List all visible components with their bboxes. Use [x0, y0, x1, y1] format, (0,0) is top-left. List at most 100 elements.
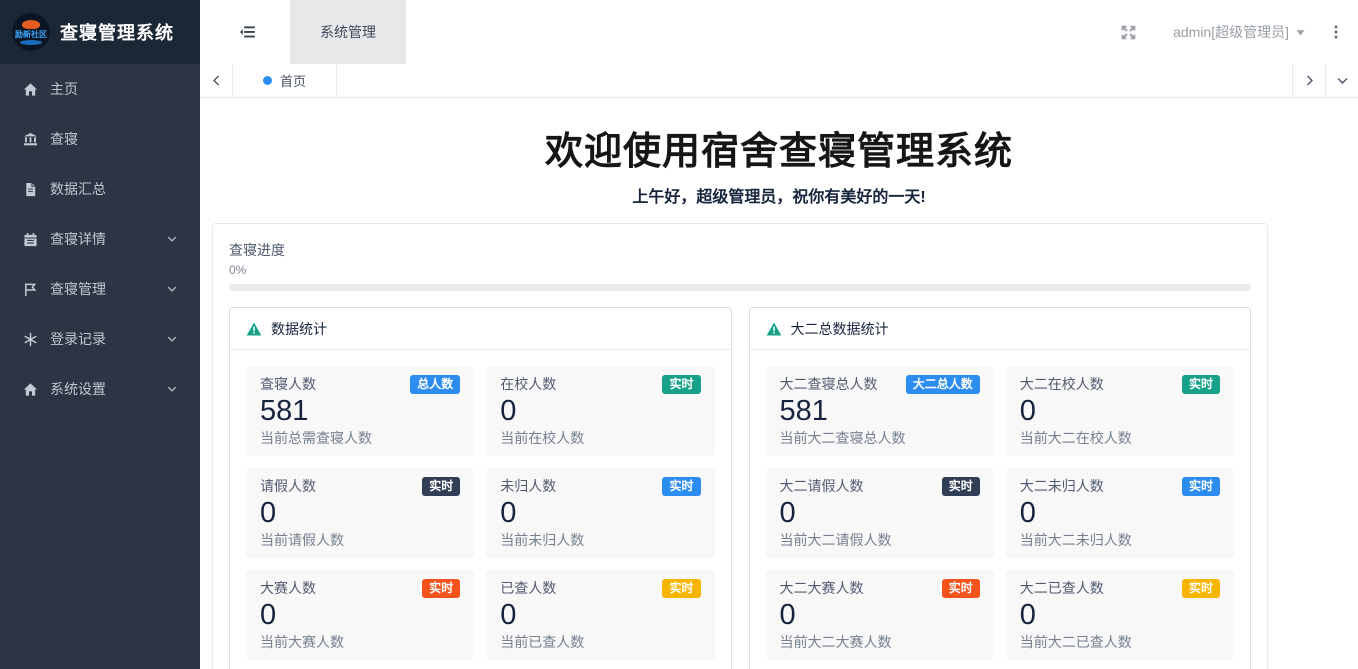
stat-card-value: 0: [1020, 396, 1220, 427]
stat-card: 在校人数 实时 0 当前在校人数: [486, 366, 714, 456]
app-root: 励新社区 查寝管理系统 主页 查寝 数据汇总 查寝详情 查寝管理: [0, 0, 1358, 669]
stat-card-value: 0: [500, 498, 700, 529]
stat-panel-header: 大二总数据统计: [750, 308, 1251, 350]
flag-icon: [22, 281, 39, 298]
sidebar-item-label: 查寝: [50, 129, 178, 149]
stat-card-label: 在校人数: [500, 376, 556, 393]
stat-card-caption: 当前大二已查人数: [1020, 634, 1220, 651]
stat-card-label: 大二已查人数: [1020, 580, 1104, 597]
stat-card: 大二查寝总人数 大二总人数 581 当前大二查寝总人数: [766, 366, 994, 456]
progress-label: 查寝进度: [229, 240, 1251, 260]
stat-card-badge: 实时: [662, 579, 700, 598]
sidebar-menu-item[interactable]: 查寝管理: [0, 264, 200, 314]
sidebar-menu-item[interactable]: 登录记录: [0, 314, 200, 364]
stat-card-value: 581: [260, 396, 460, 427]
stat-card-badge: 实时: [942, 477, 980, 496]
stat-card-caption: 当前在校人数: [500, 430, 700, 447]
stat-card-value: 0: [780, 600, 980, 631]
stat-card-badge: 实时: [1182, 579, 1220, 598]
stat-panel-title: 数据统计: [271, 319, 327, 339]
logo-wave-icon: [20, 40, 42, 45]
stat-card: 大二已查人数 实时 0 当前大二已查人数: [1006, 570, 1234, 660]
collapse-sidebar-icon[interactable]: [234, 18, 262, 46]
stat-panel-header: 数据统计: [230, 308, 731, 350]
stat-card-caption: 当前大二大赛人数: [780, 634, 980, 651]
sidebar-menu-item[interactable]: 查寝详情: [0, 214, 200, 264]
document-icon: [22, 181, 39, 198]
tab-home[interactable]: 首页: [233, 64, 337, 97]
chevron-left-icon[interactable]: [200, 64, 233, 97]
stat-card-label: 大二未归人数: [1020, 478, 1104, 495]
stat-card-badge: 实时: [662, 375, 700, 394]
bank-icon: [22, 131, 39, 148]
sidebar-menu-item[interactable]: 系统设置: [0, 364, 200, 414]
chevron-down-icon[interactable]: [1325, 64, 1358, 97]
stat-card-label: 大二在校人数: [1020, 376, 1104, 393]
fullscreen-icon[interactable]: [1120, 24, 1137, 41]
dashboard-card: 查寝进度 0% 数据统计 查寝人数 总人数 581 当前总需查寝人数: [212, 223, 1268, 669]
stat-card: 大赛人数 实时 0 当前大赛人数: [246, 570, 474, 660]
stat-card: 大二请假人数 实时 0 当前大二请假人数: [766, 468, 994, 558]
chevron-down-icon: [166, 283, 178, 295]
stat-card: 未归人数 实时 0 当前未归人数: [486, 468, 714, 558]
user-dropdown[interactable]: admin[超级管理员]: [1173, 22, 1306, 42]
chevron-down-icon: [166, 233, 178, 245]
stat-card-badge: 实时: [422, 477, 460, 496]
stat-card-label: 大赛人数: [260, 580, 316, 597]
sidebar-menu-item[interactable]: 数据汇总: [0, 164, 200, 214]
stat-card-label: 已查人数: [500, 580, 556, 597]
top-nav-tab-system-management[interactable]: 系统管理: [290, 0, 406, 64]
stat-card-value: 0: [500, 396, 700, 427]
stat-card-label: 未归人数: [500, 478, 556, 495]
stat-card-badge: 实时: [942, 579, 980, 598]
stat-card-badge: 实时: [1182, 477, 1220, 496]
community-logo: 励新社区: [12, 13, 50, 51]
stat-card-caption: 当前大赛人数: [260, 634, 460, 651]
stat-card-badge: 总人数: [410, 375, 460, 394]
stat-card-caption: 当前大二在校人数: [1020, 430, 1220, 447]
stat-panel: 大二总数据统计 大二查寝总人数 大二总人数 581 当前大二查寝总人数 大二在校…: [749, 307, 1252, 669]
stat-card: 请假人数 实时 0 当前请假人数: [246, 468, 474, 558]
calendar-icon: [22, 231, 39, 248]
tab-home-label: 首页: [280, 71, 306, 90]
caret-down-icon: [1295, 27, 1306, 38]
stat-card-label: 大二查寝总人数: [780, 376, 878, 393]
stat-card-label: 查寝人数: [260, 376, 316, 393]
sidebar-item-label: 数据汇总: [50, 179, 178, 199]
top-header: 系统管理 admin[超级管理员]: [200, 0, 1358, 64]
chevron-right-icon[interactable]: [1292, 64, 1325, 97]
stat-panel: 数据统计 查寝人数 总人数 581 当前总需查寝人数 在校人数 实时 0 当前在…: [229, 307, 732, 669]
sidebar-item-label: 查寝管理: [50, 279, 166, 299]
stat-panels: 数据统计 查寝人数 总人数 581 当前总需查寝人数 在校人数 实时 0 当前在…: [229, 307, 1251, 669]
stat-card: 大二大赛人数 实时 0 当前大二大赛人数: [766, 570, 994, 660]
kebab-menu-icon[interactable]: [1328, 24, 1344, 40]
user-label: admin[超级管理员]: [1173, 22, 1289, 42]
stat-card-value: 0: [780, 498, 980, 529]
logo-flame-icon: [22, 20, 40, 29]
stat-card-value: 0: [1020, 498, 1220, 529]
sidebar-menu-item[interactable]: 主页: [0, 64, 200, 114]
stat-card-value: 0: [260, 600, 460, 631]
stat-card-badge: 大二总人数: [906, 375, 980, 394]
tab-bar-spacer: [337, 64, 1292, 97]
progress-bar: [229, 284, 1251, 291]
stat-card-caption: 当前请假人数: [260, 532, 460, 549]
stat-card-caption: 当前已查人数: [500, 634, 700, 651]
stat-card: 大二未归人数 实时 0 当前大二未归人数: [1006, 468, 1234, 558]
stat-card-value: 581: [780, 396, 980, 427]
stat-card-caption: 当前总需查寝人数: [260, 430, 460, 447]
stat-card: 大二在校人数 实时 0 当前大二在校人数: [1006, 366, 1234, 456]
home-icon: [22, 381, 39, 398]
active-tab-dot: [263, 76, 272, 85]
chevron-down-icon: [166, 383, 178, 395]
stat-card: 已查人数 实时 0 当前已查人数: [486, 570, 714, 660]
sidebar-menu-item[interactable]: 查寝: [0, 114, 200, 164]
asterisk-icon: [22, 331, 39, 348]
stat-card-badge: 实时: [1182, 375, 1220, 394]
greeting-text: 上午好，超级管理员，祝你有美好的一天!: [200, 183, 1358, 207]
warning-triangle-icon: [246, 321, 262, 337]
main-content: 欢迎使用宿舍查寝管理系统 上午好，超级管理员，祝你有美好的一天! 查寝进度 0%…: [200, 98, 1358, 669]
sidebar-item-label: 主页: [50, 79, 178, 99]
sidebar-menu: 主页 查寝 数据汇总 查寝详情 查寝管理 登录记录: [0, 64, 200, 414]
sidebar-item-label: 系统设置: [50, 379, 166, 399]
